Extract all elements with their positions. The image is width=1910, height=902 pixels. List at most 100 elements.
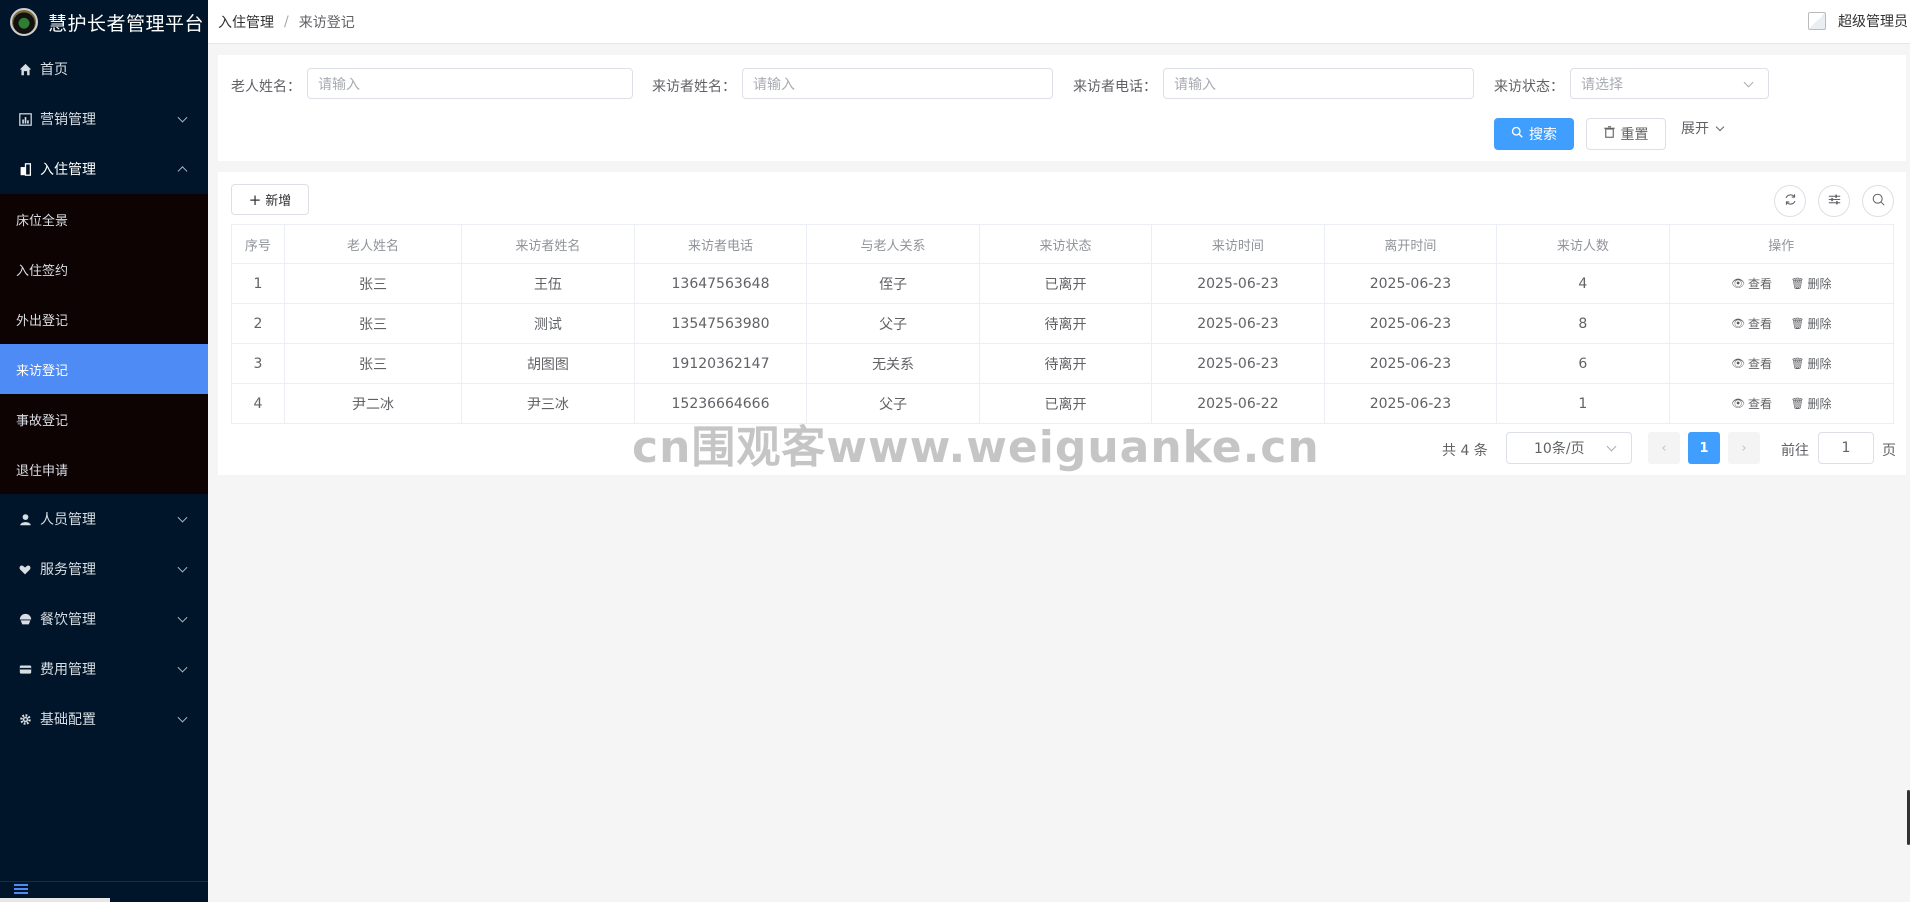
watermark: cn围观客www.weiguanke.cn (632, 422, 1320, 473)
sidebar-item-staff[interactable]: 人员管理 (0, 494, 208, 544)
view-label: 查看 (1748, 277, 1773, 291)
pagination-total: 共 4 条 (1442, 443, 1488, 459)
page-number-current[interactable]: 1 (1688, 432, 1720, 464)
heart-hand-icon (18, 562, 32, 576)
user-icon (18, 512, 32, 526)
table-cell: 父子 (806, 303, 980, 344)
column-header: 来访时间 (1151, 224, 1325, 264)
sidebar-item-catering[interactable]: 餐饮管理 (0, 594, 208, 644)
header: 入住管理 / 来访登记 超级管理员 (208, 0, 1910, 44)
sidebar-item-label: 基础配置 (40, 712, 96, 728)
sidebar-subitem-checkout-apply[interactable]: 退住申请 (0, 444, 208, 494)
home-icon (18, 62, 32, 76)
sidebar-item-service[interactable]: 服务管理 (0, 544, 208, 594)
visit-table: 序号 老人姓名 来访者姓名 来访者电话 与老人关系 来访状态 来访时间 离开时间… (231, 224, 1895, 424)
elder-name-placeholder: 请输入 (318, 76, 360, 93)
next-page-button[interactable]: › (1728, 432, 1760, 464)
table-cell: 13547563980 (633, 303, 808, 344)
user-menu[interactable]: 超级管理员 (1808, 11, 1908, 31)
sidebar-item-marketing[interactable]: 营销管理 (0, 94, 208, 144)
toggle-search-button[interactable] (1862, 185, 1894, 217)
visit-status-placeholder: 请选择 (1581, 76, 1623, 93)
sidebar-subitem-outing-register[interactable]: 外出登记 (0, 294, 208, 344)
chevron-down-icon (177, 662, 188, 673)
avatar[interactable] (1808, 12, 1826, 30)
horizontal-scrollbar[interactable] (0, 898, 110, 902)
checkin-submenu: 床位全景 入住签约 外出登记 来访登记 事故登记 退住申请 (0, 194, 208, 494)
delete-label: 删除 (1807, 317, 1832, 331)
table-cell: 2025-06-23 (1151, 343, 1325, 384)
visitor-name-label: 来访者姓名： (652, 79, 736, 95)
search-button[interactable]: 搜索 (1494, 118, 1574, 150)
visitor-phone-input[interactable]: 请输入 (1163, 68, 1474, 99)
table-cell: 张三 (283, 343, 463, 384)
view-button[interactable]: 👁 查看 (1731, 395, 1772, 412)
table-cell: 2025-06-23 (1323, 343, 1498, 384)
table-cell: 尹二冰 (283, 383, 463, 424)
add-button[interactable]: + 新增 (231, 184, 309, 215)
view-label: 查看 (1748, 357, 1773, 371)
sidebar-subitem-accident-register[interactable]: 事故登记 (0, 394, 208, 444)
breadcrumb-item-checkin[interactable]: 入住管理 (218, 12, 274, 32)
prev-page-button[interactable]: ‹ (1648, 432, 1680, 464)
column-header: 来访者姓名 (461, 224, 635, 264)
page-size-select[interactable]: 10条/页 (1506, 432, 1632, 464)
sidebar-item-home[interactable]: 首页 (0, 44, 208, 94)
table-cell: 2025-06-23 (1323, 383, 1498, 424)
sidebar-item-label: 费用管理 (40, 662, 96, 678)
visitor-phone-label: 来访者电话： (1073, 79, 1157, 95)
search-button-label: 搜索 (1529, 127, 1557, 143)
table-cell: 2 (231, 303, 285, 344)
collapse-menu-icon[interactable] (14, 884, 28, 894)
refresh-button[interactable] (1774, 185, 1806, 217)
column-settings-button[interactable] (1818, 185, 1850, 217)
goto-label: 前往 (1781, 443, 1809, 459)
chevron-down-icon (1743, 77, 1754, 88)
sidebar-subitem-visit-register[interactable]: 来访登记 (0, 344, 208, 394)
table-cell: 测试 (461, 303, 635, 344)
visit-status-select[interactable]: 请选择 (1570, 68, 1769, 99)
chevron-right-icon: › (1741, 440, 1747, 456)
column-header: 操作 (1668, 224, 1895, 264)
logo[interactable]: 慧护长者管理平台 (0, 0, 208, 44)
sidebar: 慧护长者管理平台 首页 营销管理 入住管理 床位全景 入住签约 外出登记 来访登… (0, 0, 208, 902)
delete-button[interactable]: 🗑 删除 (1791, 315, 1832, 332)
actions-cell: 👁 查看 🗑 删除 (1668, 263, 1895, 304)
chevron-down-icon (177, 712, 188, 723)
divider (0, 881, 208, 882)
table-header-row: 序号 老人姓名 来访者姓名 来访者电话 与老人关系 来访状态 来访时间 离开时间… (231, 224, 1895, 264)
sidebar-subitem-checkin-contract[interactable]: 入住签约 (0, 244, 208, 294)
sliders-icon (1828, 193, 1841, 210)
delete-button[interactable]: 🗑 删除 (1791, 275, 1832, 292)
reset-button[interactable]: 重置 (1586, 118, 1666, 150)
view-button[interactable]: 👁 查看 (1731, 355, 1772, 372)
bowl-icon (18, 612, 32, 626)
goto-page-input[interactable]: 1 (1818, 432, 1874, 464)
eye-icon: 👁 (1731, 357, 1746, 370)
view-button[interactable]: 👁 查看 (1731, 315, 1772, 332)
elder-name-input[interactable]: 请输入 (307, 68, 633, 99)
sidebar-item-fees[interactable]: 费用管理 (0, 644, 208, 694)
trash-icon: 🗑 (1790, 357, 1805, 370)
app-title: 慧护长者管理平台 (48, 12, 205, 35)
chevron-down-icon (177, 112, 188, 123)
column-header: 来访人数 (1496, 224, 1670, 264)
sidebar-item-config[interactable]: 基础配置 (0, 694, 208, 744)
page-size-value: 10条/页 (1534, 441, 1585, 457)
visitor-name-input[interactable]: 请输入 (742, 68, 1053, 99)
view-button[interactable]: 👁 查看 (1731, 275, 1772, 292)
sidebar-item-checkin[interactable]: 入住管理 (0, 144, 208, 194)
chevron-down-icon (177, 512, 188, 523)
table-cell: 13647563648 (633, 263, 808, 304)
column-header: 离开时间 (1323, 224, 1498, 264)
table-cell: 8 (1496, 303, 1670, 344)
trash-icon (1603, 126, 1615, 142)
sidebar-subitem-bed-overview[interactable]: 床位全景 (0, 194, 208, 244)
expand-toggle[interactable]: 展开 (1681, 118, 1725, 138)
delete-button[interactable]: 🗑 删除 (1791, 355, 1832, 372)
delete-button[interactable]: 🗑 删除 (1791, 395, 1832, 412)
sidebar-item-label: 餐饮管理 (40, 612, 96, 628)
user-name[interactable]: 超级管理员 (1838, 11, 1908, 31)
trash-icon: 🗑 (1790, 317, 1805, 330)
trash-icon: 🗑 (1790, 397, 1805, 410)
